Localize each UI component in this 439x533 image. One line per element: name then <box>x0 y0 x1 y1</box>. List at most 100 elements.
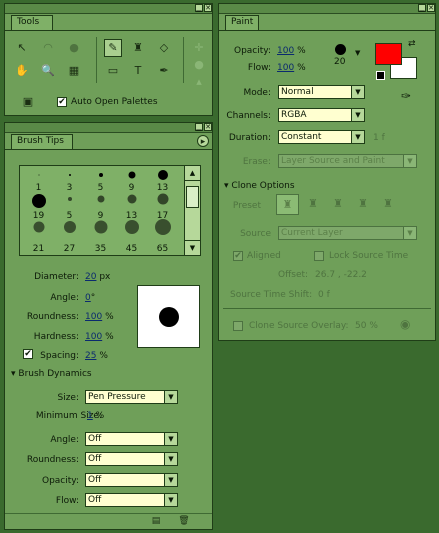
brush-tip[interactable]: 5 <box>54 193 85 221</box>
clone-preset-1[interactable]: ♜ <box>276 194 299 215</box>
scroll-up-icon[interactable]: ▲ <box>185 166 200 181</box>
chevron-down-icon[interactable]: ▼ <box>351 108 365 122</box>
chevron-down-icon[interactable]: ▼ <box>164 432 178 446</box>
chevron-down-icon[interactable]: ▼ <box>164 390 178 404</box>
clone-preset-2[interactable]: ♜ <box>304 195 322 213</box>
brush-tip[interactable]: 3 <box>54 169 85 193</box>
scrollbar-thumb[interactable] <box>186 186 199 208</box>
diameter-value[interactable]: 20 px <box>85 272 110 282</box>
swap-colors-icon[interactable]: ⇄ <box>408 39 416 49</box>
paint-opacity-value[interactable]: 100 % <box>277 46 306 56</box>
tab-paint[interactable]: Paint <box>225 15 259 30</box>
clone-preset-3[interactable]: ♜ <box>329 195 347 213</box>
brush-tip[interactable]: 19 <box>23 193 54 221</box>
brush-tip[interactable]: 45 <box>116 220 147 254</box>
angle-value[interactable]: 0° <box>85 293 95 303</box>
brush-size-preview-dot[interactable] <box>335 44 346 55</box>
scroll-down-icon[interactable]: ▼ <box>185 240 200 255</box>
brush-tip[interactable]: 13 <box>116 193 147 221</box>
panel-menu-icon[interactable]: ▸ <box>197 135 209 147</box>
clone-source-overlay-value[interactable]: 50 % <box>355 321 378 331</box>
brush-picker-arrow-icon[interactable]: ▼ <box>355 49 360 57</box>
brush-tip[interactable]: 27 <box>54 221 85 254</box>
source-dropdown[interactable]: Current Layer ▼ <box>278 226 417 240</box>
minimize-icon[interactable]: ▁ <box>418 4 426 12</box>
close-icon[interactable]: ✕ <box>204 123 212 131</box>
triangle-down-icon[interactable]: ▾ <box>224 181 229 191</box>
dyn-opacity-dropdown[interactable]: Off ▼ <box>85 473 178 487</box>
mode-dropdown[interactable]: Normal ▼ <box>278 85 365 99</box>
chevron-down-icon[interactable]: ▼ <box>164 493 178 507</box>
clone-preset-5[interactable]: ♜ <box>379 195 397 213</box>
brush-tips-titlebar[interactable]: ▁ ✕ <box>5 123 212 133</box>
foreground-color-swatch[interactable] <box>375 43 402 65</box>
new-brush-icon[interactable]: ▤ <box>147 512 165 530</box>
auto-open-palettes-checkbox[interactable]: ✔ <box>57 97 67 107</box>
brush-tip[interactable]: 21 <box>23 221 54 254</box>
pan-behind-tool-icon[interactable]: ▦ <box>65 62 83 80</box>
eyedropper-icon[interactable]: ✑ <box>401 89 411 103</box>
brush-tip[interactable]: 9 <box>116 169 147 193</box>
minimize-icon[interactable]: ▁ <box>195 4 203 12</box>
chevron-down-icon[interactable]: ▼ <box>164 473 178 487</box>
source-time-shift-value[interactable]: 0 f <box>318 290 330 300</box>
paint-flow-value[interactable]: 100 % <box>277 63 306 73</box>
pen-tool-icon[interactable]: ✒ <box>155 62 173 80</box>
channels-dropdown[interactable]: RGBA ▼ <box>278 108 365 122</box>
chevron-down-icon[interactable]: ▼ <box>351 85 365 99</box>
minimize-icon[interactable]: ▁ <box>195 123 203 131</box>
close-icon[interactable]: ✕ <box>204 4 212 12</box>
default-colors-icon[interactable] <box>376 71 385 80</box>
paint-titlebar[interactable]: ▁ ✕ <box>219 4 435 14</box>
view-axis-icon[interactable]: ▴ <box>190 73 208 91</box>
zoom-tool-icon[interactable]: 🔍 <box>39 62 57 80</box>
dyn-angle-dropdown[interactable]: Off ▼ <box>85 432 178 446</box>
axis-mode-icon[interactable]: ✛ <box>190 39 208 57</box>
roundness-value[interactable]: 100 % <box>85 312 114 322</box>
brush-tip[interactable]: 13 <box>147 169 178 193</box>
clone-stamp-tool-icon[interactable]: ♜ <box>129 39 147 57</box>
hand-tool-icon[interactable]: ✋ <box>13 62 31 80</box>
workspace-icon[interactable]: ▣ <box>19 93 37 111</box>
dyn-roundness-dropdown[interactable]: Off ▼ <box>85 452 178 466</box>
brush-tip[interactable]: 65 <box>147 219 178 254</box>
clone-options-section[interactable]: ▾ Clone Options <box>224 181 295 191</box>
selection-tool-icon[interactable]: ↖ <box>13 39 31 57</box>
trash-icon[interactable]: 🗑 <box>175 512 193 530</box>
brush-tip[interactable]: 9 <box>85 193 116 221</box>
overlay-mode-icon[interactable]: ◉ <box>400 317 410 331</box>
rotation-tool-icon[interactable]: ◠ <box>39 39 57 57</box>
dyn-min-size-value[interactable]: 1 % <box>87 411 104 421</box>
spacing-checkbox[interactable]: ✔ <box>23 349 33 359</box>
eraser-tool-icon[interactable]: ◇ <box>155 39 173 57</box>
text-tool-icon[interactable]: T <box>129 62 147 80</box>
rectangle-mask-tool-icon[interactable]: ▭ <box>104 62 122 80</box>
lock-source-time-checkbox[interactable] <box>314 251 324 261</box>
erase-dropdown[interactable]: Layer Source and Paint ▼ <box>278 154 417 168</box>
aligned-checkbox[interactable]: ✔ <box>233 251 243 261</box>
tools-titlebar[interactable]: ▁ ✕ <box>5 4 212 14</box>
chevron-down-icon[interactable]: ▼ <box>403 226 417 240</box>
brush-tip[interactable]: 35 <box>85 220 116 254</box>
brush-tool-icon[interactable]: ✎ <box>104 39 122 57</box>
brush-grid-scrollbar[interactable]: ▲ ▼ <box>184 166 200 255</box>
chevron-down-icon[interactable]: ▼ <box>164 452 178 466</box>
offset-value[interactable]: 26.7 , -22.2 <box>315 270 367 280</box>
orbit-camera-tool-icon[interactable]: ● <box>65 39 83 57</box>
brush-tip[interactable]: 1 <box>23 169 54 193</box>
tab-brush-tips[interactable]: Brush Tips <box>11 134 73 149</box>
dyn-flow-dropdown[interactable]: Off ▼ <box>85 493 178 507</box>
brush-tip[interactable]: 5 <box>85 169 116 193</box>
dyn-size-dropdown[interactable]: Pen Pressure ▼ <box>85 390 178 404</box>
spacing-value[interactable]: 25 % <box>85 351 108 361</box>
close-icon[interactable]: ✕ <box>427 4 435 12</box>
world-axis-icon[interactable]: ● <box>190 56 208 74</box>
duration-dropdown[interactable]: Constant ▼ <box>278 130 365 144</box>
chevron-down-icon[interactable]: ▼ <box>351 130 365 144</box>
triangle-down-icon[interactable]: ▾ <box>11 369 16 379</box>
clone-preset-4[interactable]: ♜ <box>354 195 372 213</box>
clone-source-overlay-checkbox[interactable] <box>233 321 243 331</box>
brush-dynamics-section[interactable]: ▾ Brush Dynamics <box>11 369 92 379</box>
hardness-value[interactable]: 100 % <box>85 332 114 342</box>
chevron-down-icon[interactable]: ▼ <box>403 154 417 168</box>
